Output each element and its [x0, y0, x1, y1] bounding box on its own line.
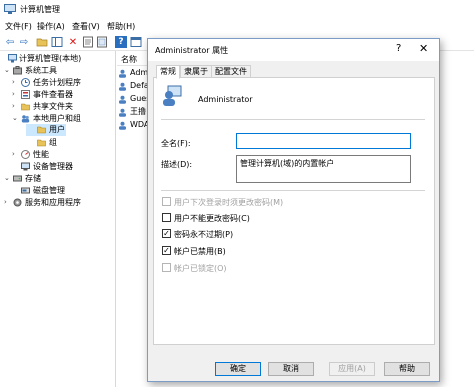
password-never-expires-checkbox[interactable]: ✓ — [162, 229, 171, 238]
tree-node-label: 任务计划程序 — [33, 78, 81, 87]
user-icon — [119, 82, 126, 91]
menu-action[interactable]: 操作(A) — [37, 21, 65, 32]
forward-arrow-icon[interactable]: ⇨ — [18, 36, 30, 48]
show-hide-tree-icon[interactable] — [51, 36, 63, 48]
menu-help[interactable]: 帮助(H) — [107, 21, 135, 32]
menu-bar: 文件(F) 操作(A) 查看(V) 帮助(H) — [0, 19, 474, 33]
folder-icon — [37, 126, 46, 134]
full-name-input[interactable] — [236, 133, 411, 149]
close-icon[interactable]: ✕ — [419, 42, 428, 55]
account-locked-checkbox[interactable] — [162, 263, 171, 272]
user-icon — [119, 69, 126, 78]
list-item-label: Defa — [130, 81, 149, 90]
tree-node-label: 共享文件夹 — [33, 102, 73, 111]
tree-node-label: 事件查看器 — [33, 90, 73, 99]
device-manager-icon — [21, 162, 30, 171]
tree-node-label: 设备管理器 — [33, 162, 73, 171]
account-disabled-checkbox[interactable]: ✓ — [162, 246, 171, 255]
tree-node-label: 性能 — [33, 150, 49, 159]
clock-icon — [21, 78, 30, 87]
expand-chevron-icon[interactable]: › — [4, 197, 12, 208]
tree-node-label: 本地用户和组 — [33, 114, 81, 123]
user-icon — [119, 121, 126, 130]
header-divider — [117, 65, 147, 66]
expand-chevron-icon[interactable]: › — [12, 149, 20, 160]
event-log-icon — [21, 90, 30, 99]
tree-node-label: 系统工具 — [25, 66, 57, 75]
separator — [161, 190, 425, 191]
dialog-titlebar: Administrator 属性 ? ✕ — [148, 39, 439, 61]
services-icon — [13, 198, 22, 207]
help-button[interactable]: 帮助 — [384, 362, 430, 376]
disk-icon — [21, 187, 30, 194]
description-input[interactable]: 管理计算机(域)的内置帐户 — [236, 155, 411, 183]
tree-node-label: 磁盘管理 — [33, 186, 65, 195]
window-title: 计算机管理 — [20, 5, 60, 14]
properties-icon[interactable] — [82, 36, 94, 48]
performance-icon — [21, 150, 30, 159]
folder-icon — [37, 139, 46, 147]
collapse-chevron-icon[interactable]: ⌄ — [4, 65, 12, 76]
menu-file[interactable]: 文件(F) — [5, 21, 32, 32]
password-never-expires-label: 密码永不过期(P) — [174, 230, 234, 239]
tree-node-label: 组 — [49, 138, 57, 147]
menu-view[interactable]: 查看(V) — [72, 21, 100, 32]
dialog-title: Administrator 属性 — [155, 46, 229, 55]
properties-dialog: Administrator 属性 ? ✕ 常规 隶属于 配置文件 Adminis… — [147, 38, 440, 382]
ok-button[interactable]: 确定 — [215, 362, 261, 376]
export-list-icon[interactable] — [96, 36, 108, 48]
cannot-change-password-checkbox[interactable] — [162, 213, 171, 222]
cancel-button[interactable]: 取消 — [268, 362, 314, 376]
must-change-password-label: 用户下次登录时须更改密码(M) — [174, 198, 284, 207]
collapse-chevron-icon[interactable]: ⌄ — [4, 173, 12, 184]
users-icon — [21, 115, 30, 123]
expand-chevron-icon[interactable]: › — [12, 77, 20, 88]
tree-node-label: 服务和应用程序 — [25, 198, 81, 207]
help-icon[interactable]: ? — [115, 36, 127, 48]
window-titlebar: 计算机管理 — [0, 0, 474, 19]
help-question-icon[interactable]: ? — [396, 43, 401, 54]
general-tab-panel — [153, 77, 435, 345]
tools-icon — [13, 66, 22, 75]
must-change-password-checkbox[interactable] — [162, 197, 171, 206]
tab-general[interactable]: 常规 — [156, 65, 180, 79]
collapse-chevron-icon[interactable]: ⌄ — [12, 113, 20, 124]
delete-icon[interactable]: ✕ — [67, 36, 79, 48]
account-disabled-label: 帐户已禁用(B) — [174, 247, 226, 256]
tree-node-label: 用户 — [49, 125, 65, 134]
console-icon[interactable] — [130, 36, 142, 48]
tree-node-label: 计算机管理(本地) — [19, 54, 82, 63]
expand-chevron-icon[interactable]: › — [12, 89, 20, 100]
user-icon — [119, 108, 126, 117]
expand-chevron-icon[interactable]: › — [12, 101, 20, 112]
full-name-label: 全名(F): — [161, 139, 191, 148]
user-icon — [119, 95, 126, 104]
back-arrow-icon[interactable]: ⇦ — [4, 36, 16, 48]
shared-folder-icon — [21, 103, 30, 111]
computer-management-icon — [4, 4, 16, 14]
list-item-label: 王撸 — [130, 107, 146, 116]
cannot-change-password-label: 用户不能更改密码(C) — [174, 214, 250, 223]
storage-icon — [13, 175, 22, 182]
folder-up-icon[interactable] — [36, 36, 48, 48]
computer-icon — [8, 54, 17, 63]
account-locked-label: 帐户已锁定(O) — [174, 264, 227, 273]
column-header-name[interactable]: 名称 — [121, 54, 137, 65]
apply-button[interactable]: 应用(A) — [329, 362, 375, 376]
description-label: 描述(D): — [161, 160, 193, 169]
tree-node-label: 存储 — [25, 174, 41, 183]
tree-node-users[interactable]: 用户 — [26, 124, 66, 136]
account-name: Administrator — [198, 95, 253, 104]
user-account-icon — [163, 85, 182, 106]
separator — [161, 119, 425, 120]
